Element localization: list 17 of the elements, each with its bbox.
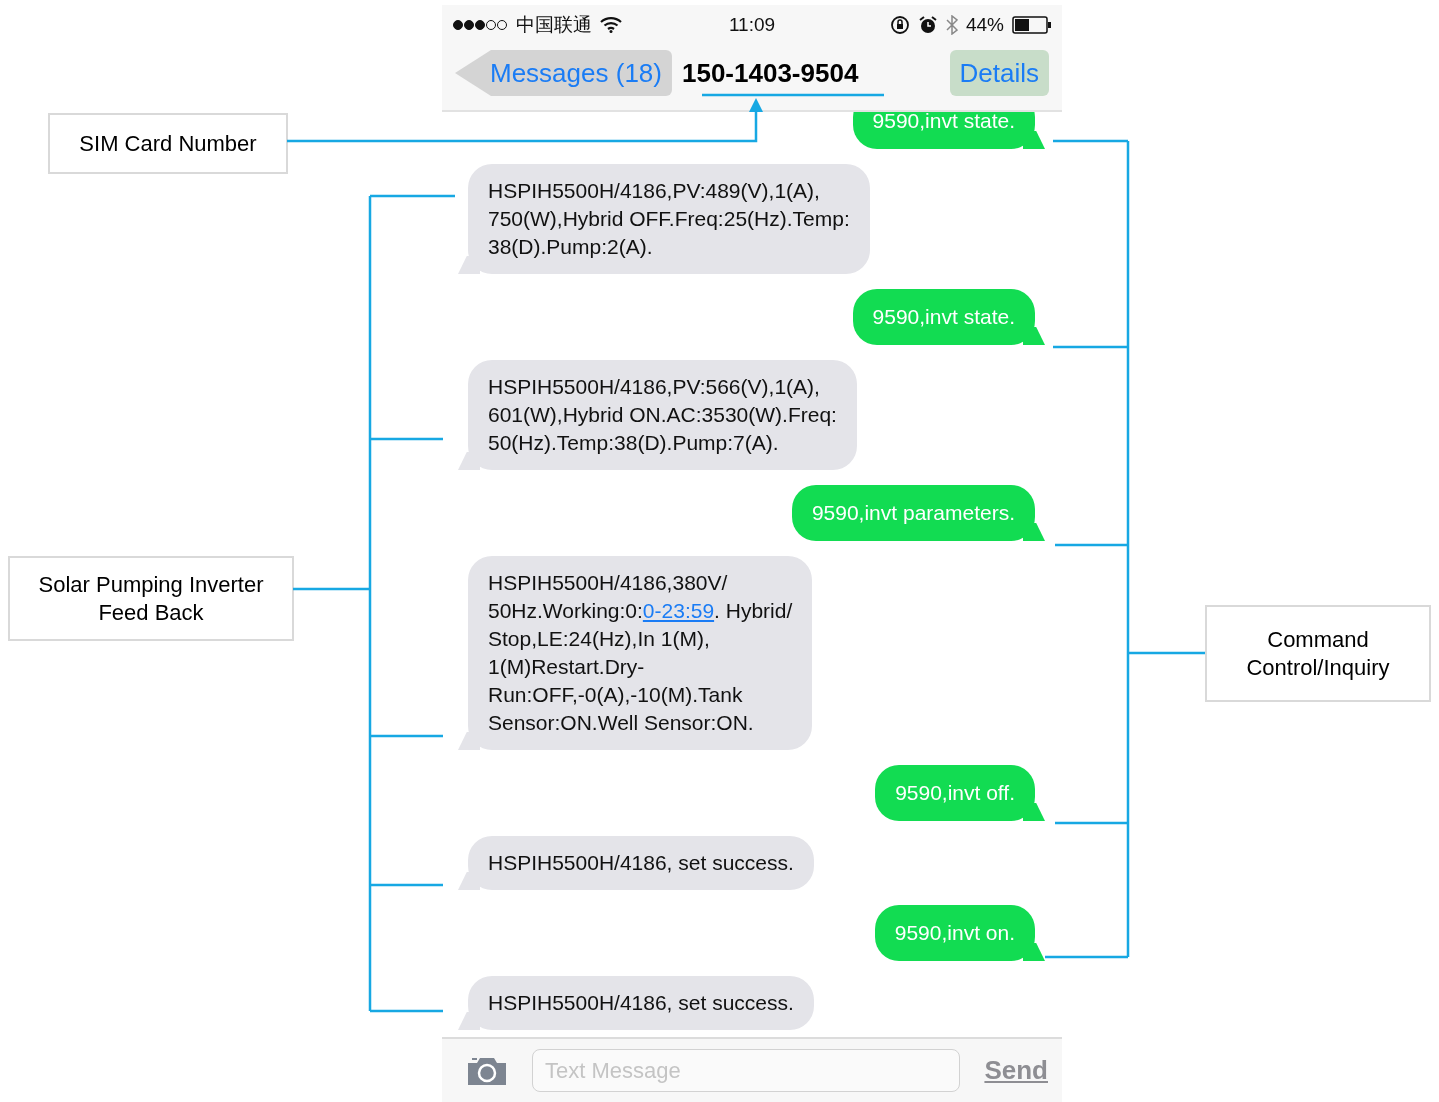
alarm-icon: [917, 15, 938, 35]
send-button[interactable]: Send: [984, 1055, 1048, 1086]
carrier-name: 中国联通: [516, 13, 592, 37]
annotation-label: Solar Pumping Inverter Feed Back: [8, 556, 294, 641]
status-time: 11:09: [728, 14, 776, 36]
rotation-lock-icon: [889, 15, 910, 35]
bluetooth-icon: [945, 15, 958, 35]
back-button[interactable]: Messages (18): [455, 50, 672, 96]
annotation-label: SIM Card Number: [48, 113, 288, 174]
phone-number-title: 150-1403-9504: [681, 57, 859, 89]
signal-icon: [452, 19, 508, 31]
details-button[interactable]: Details: [949, 50, 1049, 96]
battery-percent: 44%: [965, 14, 1004, 36]
time-link[interactable]: 0-23:59: [642, 599, 715, 622]
annotation-label: Command Control/Inquiry: [1205, 605, 1431, 702]
wifi-icon: [600, 17, 622, 33]
battery-icon: [1012, 16, 1052, 34]
